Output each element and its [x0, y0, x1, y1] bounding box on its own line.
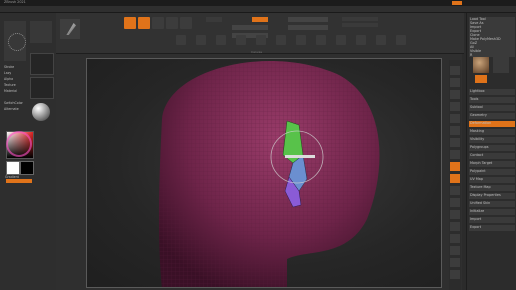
draw-button[interactable]	[138, 17, 150, 29]
edit-button[interactable]	[124, 17, 136, 29]
sculpt-viewport[interactable]	[87, 59, 442, 288]
texture-thumbnail[interactable]	[30, 77, 54, 99]
material-sphere-icon[interactable]	[32, 103, 50, 121]
left-item-alternate[interactable]: Alternate	[4, 107, 19, 112]
polymesh-icon[interactable]	[475, 75, 487, 83]
view-strip-icon[interactable]	[450, 198, 460, 207]
view-strip-icon[interactable]	[450, 150, 460, 159]
right-row-geometry[interactable]: Geometry	[469, 113, 515, 119]
view-strip-icon[interactable]	[450, 66, 460, 75]
orange-status-indicator	[452, 1, 462, 5]
right-row-tools[interactable]: Tools	[469, 97, 515, 103]
main-color-swatch[interactable]	[6, 161, 20, 175]
tool-thumbnail[interactable]	[473, 57, 489, 73]
rotate-icon[interactable]	[356, 35, 366, 45]
xyz-icon[interactable]	[276, 35, 286, 45]
left-item-switchcolor[interactable]: SwitchColor	[4, 101, 23, 106]
view-strip-icon[interactable]	[450, 246, 460, 255]
active-points-readout	[342, 17, 378, 21]
right-row-masking[interactable]: Masking	[469, 129, 515, 135]
view-strip-icon[interactable]	[450, 102, 460, 111]
scale-button[interactable]	[166, 17, 178, 29]
right-row-uv-map[interactable]: UV Map	[469, 177, 515, 183]
right-icon-strip	[449, 60, 461, 290]
right-row-initialize[interactable]: Initialize	[469, 209, 515, 215]
brush-thumbnail-2[interactable]	[30, 21, 52, 43]
left-item-lazy[interactable]: Lazy	[4, 71, 11, 76]
view-strip-icon[interactable]	[450, 258, 460, 267]
left-item-stroke[interactable]: Stroke	[4, 65, 14, 70]
scale-icon[interactable]	[336, 35, 346, 45]
right-panel: Load Tool Save As Import Export Clone Make Po…	[466, 13, 516, 290]
right-row-unified-skin[interactable]: Unified Skin	[469, 201, 515, 207]
hue-ring-icon[interactable]	[6, 131, 32, 157]
brush-cursor-bar	[285, 155, 315, 158]
dynamic-icon[interactable]	[196, 35, 206, 45]
view-strip-icon[interactable]	[450, 126, 460, 135]
focal-shift-slider[interactable]	[288, 17, 328, 22]
right-row-deformation[interactable]: Deformation	[469, 121, 515, 127]
projection-master-button[interactable]	[60, 19, 80, 39]
view-strip-icon[interactable]	[450, 234, 460, 243]
view-strip-icon[interactable]	[450, 78, 460, 87]
total-points-readout	[342, 23, 378, 27]
right-row-texture-map[interactable]: Texture Map	[469, 185, 515, 191]
move-button[interactable]	[152, 17, 164, 29]
left-item-texture[interactable]: Texture	[4, 83, 16, 88]
perspective-icon[interactable]	[216, 35, 226, 45]
frame-icon[interactable]	[296, 35, 306, 45]
alpha-thumbnail[interactable]	[30, 53, 54, 75]
view-strip-icon[interactable]	[450, 114, 460, 123]
secondary-color-swatch[interactable]	[20, 161, 34, 175]
view-strip-icon[interactable]	[450, 138, 460, 147]
left-panel: Stroke Lazy Alpha Texture Material SwitchColo…	[0, 13, 57, 290]
viewport-canvas[interactable]	[86, 58, 442, 288]
rotate-button[interactable]	[180, 17, 192, 29]
rgb-intensity-slider[interactable]	[232, 25, 268, 30]
subtool-thumbnail[interactable]	[493, 57, 509, 73]
right-row-morph-target[interactable]: Morph Target	[469, 161, 515, 167]
mrgb-button[interactable]	[206, 17, 222, 22]
local-icon[interactable]	[256, 35, 266, 45]
draw-size-slider[interactable]	[288, 25, 328, 30]
right-row-visibility[interactable]: Visibility	[469, 137, 515, 143]
top-toolshelf	[56, 13, 464, 54]
right-row-import[interactable]: Import	[469, 217, 515, 223]
canvas-label: Canvas	[251, 50, 263, 54]
stroke-dots-icon[interactable]	[8, 33, 26, 51]
menu-bar: AlphaBrushColorDocumentDrawEditFileLayer…	[0, 6, 516, 23]
left-item-alpha[interactable]: Alpha	[4, 77, 13, 82]
right-row-polypaint[interactable]: Polypaint	[469, 169, 515, 175]
right-row-r[interactable]: R	[469, 53, 515, 57]
view-strip-icon[interactable]	[450, 222, 460, 231]
right-row-lightbox[interactable]: Lightbox	[469, 89, 515, 95]
right-row-display-properties[interactable]: Display Properties	[469, 193, 515, 199]
right-row-subtool[interactable]: Subtool	[469, 105, 515, 111]
floor-icon[interactable]	[236, 35, 246, 45]
window-title: ZBrush 2021	[4, 0, 26, 4]
zadd-button[interactable]	[252, 17, 268, 22]
transp-icon[interactable]	[376, 35, 386, 45]
zsub-icon[interactable]	[176, 35, 186, 45]
right-row-export[interactable]: Export	[469, 225, 515, 231]
solo-icon[interactable]	[396, 35, 406, 45]
purple-mesh-head[interactable]	[158, 61, 380, 288]
view-strip-icon[interactable]	[450, 174, 460, 183]
move-icon[interactable]	[316, 35, 326, 45]
view-strip-icon[interactable]	[450, 186, 460, 195]
view-strip-icon[interactable]	[450, 270, 460, 279]
right-row-polygroups[interactable]: Polygroups	[469, 145, 515, 151]
left-item-material[interactable]: Material	[4, 89, 17, 94]
right-row-contact[interactable]: Contact	[469, 153, 515, 159]
view-strip-icon[interactable]	[450, 90, 460, 99]
gradient-label: Gradient	[5, 175, 19, 179]
view-strip-icon[interactable]	[450, 162, 460, 171]
view-strip-icon[interactable]	[450, 210, 460, 219]
